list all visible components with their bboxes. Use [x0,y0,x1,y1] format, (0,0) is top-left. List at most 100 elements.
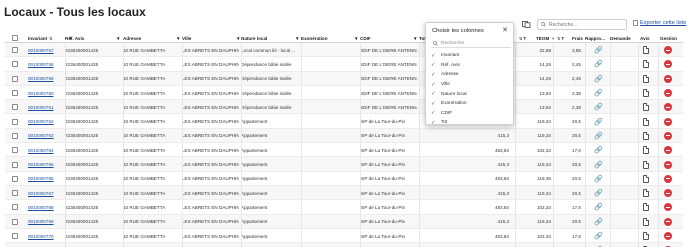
row-checkbox[interactable] [12,200,18,214]
tag-icon[interactable]: 🔗 [594,72,603,86]
filter-icon[interactable]: ▼ [116,33,121,43]
column-header-invariant[interactable]: Invariant ⇅ [28,33,53,43]
tag-icon[interactable]: 🔗 [594,43,603,57]
table-row[interactable]: 0010000761 2236400001425 10 RUE GAMBETTA LE… [5,100,683,115]
delete-button[interactable] [664,100,672,114]
column-header-t[interactable]: ⇅ T [519,33,526,43]
row-checkbox[interactable] [12,100,18,114]
column-header-adresse[interactable]: Adresse [123,33,141,43]
row-checkbox[interactable] [12,86,18,100]
invariant-link[interactable]: 0010000771 [28,243,64,247]
column-header-demande[interactable]: Demande [610,33,631,43]
row-checkbox[interactable] [12,57,18,71]
filter-icon[interactable]: ▼ [354,33,359,43]
sort-icon[interactable]: ⇅ [49,36,52,41]
delete-button[interactable] [664,172,672,186]
delete-button[interactable] [664,243,672,247]
delete-button[interactable] [664,157,672,171]
column-header-frais[interactable]: Frais [572,33,583,43]
document-icon[interactable] [643,72,649,86]
table-row[interactable]: 0010000763 2236400001425 10 RUE GAMBETTA LE… [5,128,683,144]
select-all-checkbox[interactable] [12,33,18,43]
delete-button[interactable] [664,86,672,100]
document-icon[interactable] [643,229,649,243]
table-row[interactable]: 0010000770 2236400001425 10 RUE GAMBETTA LE… [5,228,683,244]
delete-button[interactable] [664,229,672,243]
popup-column-item[interactable]: ✓ CDIF [431,109,511,119]
column-header-ti[interactable]: ⇅ T [557,33,564,43]
row-checkbox[interactable] [12,43,18,57]
table-row[interactable]: 0010000771223640000142510 RUE GAMBETTALE… [5,243,683,247]
popup-search-field[interactable]: Recherche [431,39,511,48]
delete-button[interactable] [664,129,672,143]
invariant-link[interactable]: 0010000765 [28,157,64,171]
delete-button[interactable] [664,43,672,57]
filter-icon[interactable]: ▼ [236,33,241,43]
column-chooser-button[interactable] [519,19,533,30]
invariant-link[interactable]: 0010000763 [28,129,64,143]
document-icon[interactable] [643,57,649,71]
close-icon[interactable]: ✕ [502,26,508,34]
tag-icon[interactable]: 🔗 [594,200,603,214]
row-checkbox[interactable] [12,72,18,86]
tag-icon[interactable]: 🔗 [594,157,603,171]
popup-column-item[interactable]: ✓ Invariant [431,51,511,61]
popup-column-item[interactable]: ✓ Tot [431,118,511,124]
row-checkbox[interactable] [12,143,18,157]
popup-column-item[interactable]: ✓ Exonération [431,99,511,109]
row-checkbox[interactable] [12,114,18,128]
export-list-link[interactable]: Exporter cette liste [633,20,686,26]
document-icon[interactable] [643,215,649,229]
table-row[interactable]: 0010000762 2236400001425 10 RUE GAMBETTA LE… [5,114,683,129]
invariant-link[interactable]: 0010000760 [28,86,64,100]
invariant-link[interactable]: 0010000767 [28,186,64,200]
popup-column-item[interactable]: ✓ Réf. Avis [431,61,511,71]
column-header-exoneration[interactable]: Exonération [301,33,328,43]
popup-column-item[interactable]: ✓ Ville [431,80,511,90]
column-header-rapprochement[interactable]: Rappro... [585,33,605,43]
delete-button[interactable] [664,215,672,229]
filter-icon[interactable]: ▼ [295,33,300,43]
tag-icon[interactable]: 🔗 [594,86,603,100]
table-row[interactable]: 0010000765 2236400001425 10 RUE GAMBETTA LE… [5,157,683,172]
table-row[interactable]: 0010000758 2236400001425 10 RUE GAMBETTA LE… [5,57,683,72]
document-icon[interactable] [643,114,649,128]
invariant-link[interactable]: 0010000768 [28,200,64,214]
column-header-nature-local[interactable]: Nature local [241,33,267,43]
row-checkbox[interactable] [12,186,18,200]
row-checkbox[interactable] [12,129,18,143]
column-header-ref-avis[interactable]: Réf. Avis [65,33,84,43]
column-header-avis[interactable]: Avis [640,33,650,43]
document-icon[interactable] [643,200,649,214]
filter-icon[interactable]: ▼ [413,33,418,43]
invariant-link[interactable]: 0010000766 [28,172,64,186]
column-header-ville[interactable]: Ville [182,33,191,43]
column-header-gestion[interactable]: Gestion [660,33,677,43]
invariant-link[interactable]: 0010000759 [28,72,64,86]
document-icon[interactable] [643,186,649,200]
invariant-link[interactable]: 0010000757 [28,43,64,57]
row-checkbox[interactable] [12,229,18,243]
document-icon[interactable] [643,143,649,157]
invariant-link[interactable]: 0010000769 [28,215,64,229]
table-row[interactable]: 0010000759 2236400001425 10 RUE GAMBETTA LE… [5,71,683,86]
delete-button[interactable] [664,72,672,86]
invariant-link[interactable]: 0010000770 [28,229,64,243]
tag-icon[interactable]: 🔗 [594,57,603,71]
search-input[interactable] [549,21,624,28]
delete-button[interactable] [664,114,672,128]
delete-button[interactable] [664,200,672,214]
delete-button[interactable] [664,143,672,157]
invariant-link[interactable]: 0010000758 [28,57,64,71]
table-row[interactable]: 0010000768 2236400001425 10 RUE GAMBETTA LE… [5,200,683,215]
table-row[interactable]: 0010000767 2236400001425 10 RUE GAMBETTA LE… [5,185,683,201]
delete-button[interactable] [664,186,672,200]
tag-icon[interactable]: 🔗 [594,229,603,243]
table-row[interactable]: 0010000760 2236400001425 10 RUE GAMBETTA LE… [5,85,683,101]
row-checkbox[interactable] [12,157,18,171]
tag-icon[interactable]: 🔗 [594,129,603,143]
document-icon[interactable] [643,43,649,57]
document-icon[interactable] [643,100,649,114]
table-row[interactable]: 0010000769 2236400001425 10 RUE GAMBETTA LE… [5,214,683,229]
row-checkbox[interactable] [12,243,18,247]
